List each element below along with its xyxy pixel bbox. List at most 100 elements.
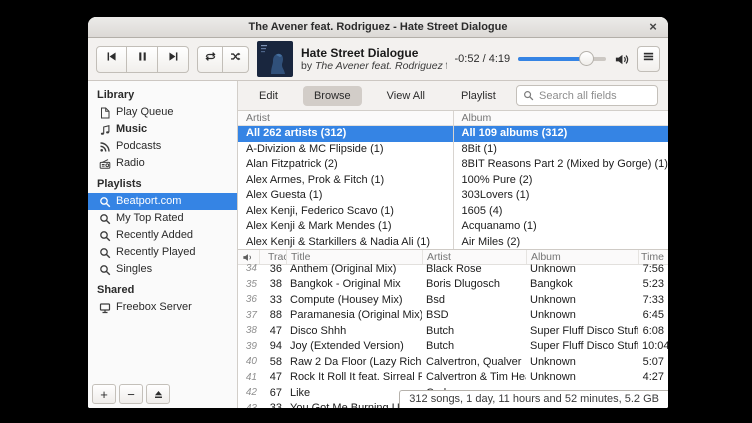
album-row[interactable]: 303Lovers (1) xyxy=(454,188,669,204)
track-table: Track Title Artist Album Time 34 36 Anth… xyxy=(238,250,668,408)
now-playing-title: Hate Street Dialogue xyxy=(301,46,447,60)
cell-artist: Butch xyxy=(422,340,526,352)
cell-track: 33 xyxy=(259,402,286,408)
album-pane: Album All 109 albums (312)8Bit (1)8BIT R… xyxy=(453,111,669,249)
artist-row[interactable]: Alex Kenji & Mark Mendes (1) xyxy=(238,219,453,235)
cell-time: 7:56 xyxy=(638,263,668,275)
cell-title: Disco Shhh xyxy=(286,325,422,337)
close-icon[interactable]: × xyxy=(645,18,661,34)
player-bar: Hate Street Dialogue by The Avener feat.… xyxy=(88,38,668,81)
shuffle-button[interactable] xyxy=(223,46,249,73)
rss-icon xyxy=(99,141,111,153)
sidebar-item-recently-played[interactable]: Recently Played xyxy=(88,244,237,261)
view-toolbar: Edit Browse View All Playlist xyxy=(238,81,668,111)
sidebar-item-play-queue[interactable]: Play Queue xyxy=(88,104,237,121)
search-icon xyxy=(99,196,111,208)
seek-knob[interactable] xyxy=(579,51,594,66)
artist-row[interactable]: Alex Guesta (1) xyxy=(238,188,453,204)
cell-album: Unknown xyxy=(526,309,638,321)
toolbar-button[interactable]: Playlist xyxy=(450,86,507,106)
cell-artist: Boris Dlugosch xyxy=(422,278,526,290)
track-row[interactable]: 35 38 Bangkok - Original Mix Boris Dlugo… xyxy=(238,277,668,293)
eject-button[interactable] xyxy=(146,384,170,404)
sidebar-item-beatport-com[interactable]: Beatport.com xyxy=(88,193,237,210)
toolbar-button[interactable]: View All xyxy=(376,86,436,106)
search-icon xyxy=(523,90,534,101)
time-label: -0:52 / 4:19 xyxy=(455,53,511,65)
sidebar-sections: Library Play QueueMusicPodcastsRadio Pla… xyxy=(88,83,237,316)
sidebar-item-recently-added[interactable]: Recently Added xyxy=(88,227,237,244)
row-index: 37 xyxy=(238,310,259,321)
track-row[interactable]: 37 88 Paramanesia (Original Mix) BSD Unk… xyxy=(238,308,668,324)
sidebar-item-label: Freebox Server xyxy=(116,301,192,314)
artist-row[interactable]: Alex Armes, Prok & Fitch (1) xyxy=(238,173,453,189)
album-row[interactable]: All 109 albums (312) xyxy=(454,126,669,142)
sidebar-item-freebox-server[interactable]: Freebox Server xyxy=(88,299,237,316)
artist-row[interactable]: Alex Kenji, Federico Scavo (1) xyxy=(238,204,453,220)
titlebar[interactable]: The Avener feat. Rodriguez - Hate Street… xyxy=(88,17,668,38)
track-row[interactable]: 40 58 Raw 2 Da Floor (Lazy Rich Re… Calv… xyxy=(238,354,668,370)
cell-album: Unknown xyxy=(526,294,638,306)
cell-track: 33 xyxy=(259,294,286,306)
album-row[interactable]: 1605 (4) xyxy=(454,204,669,220)
artist-row[interactable]: A-Divizion & MC Flipside (1) xyxy=(238,142,453,158)
remove-source-button[interactable]: − xyxy=(119,384,143,404)
shuffle-icon xyxy=(229,50,242,68)
row-index: 36 xyxy=(238,294,259,305)
sidebar-item-label: Podcasts xyxy=(116,140,161,153)
track-row[interactable]: 38 47 Disco Shhh Butch Super Fluff Disco… xyxy=(238,323,668,339)
cell-track: 47 xyxy=(259,371,286,383)
album-row[interactable]: Acquanamo (1) xyxy=(454,219,669,235)
repeat-button[interactable] xyxy=(197,46,223,73)
artist-row[interactable]: Alex Kenji & Starkillers & Nadia Ali (1) xyxy=(238,235,453,250)
sidebar-item-label: Recently Played xyxy=(116,246,196,259)
album-row[interactable]: Air Miles (2) xyxy=(454,235,669,250)
cell-time: 5:07 xyxy=(638,356,668,368)
toolbar-button[interactable]: Edit xyxy=(248,86,289,106)
search-input[interactable] xyxy=(539,90,651,102)
album-row[interactable]: 100% Pure (2) xyxy=(454,173,669,189)
radio-icon xyxy=(99,158,111,170)
sidebar-item-podcasts[interactable]: Podcasts xyxy=(88,138,237,155)
album-column-header[interactable]: Album xyxy=(454,111,669,126)
track-row[interactable]: 36 33 Compute (Housey Mix) Bsd Unknown 7… xyxy=(238,292,668,308)
album-row[interactable]: 8Bit (1) xyxy=(454,142,669,158)
seek-slider[interactable] xyxy=(518,52,606,66)
album-row[interactable]: 8BIT Reasons Part 2 (Mixed by Gorge) (1) xyxy=(454,157,669,173)
cell-track: 38 xyxy=(259,278,286,290)
cell-track: 58 xyxy=(259,356,286,368)
cell-artist: BSD xyxy=(422,309,526,321)
cell-album: Unknown xyxy=(526,371,638,383)
search-box[interactable] xyxy=(516,85,658,106)
cell-track: 67 xyxy=(259,387,286,399)
artist-pane: Artist All 262 artists (312)A-Divizion &… xyxy=(238,111,453,249)
track-row[interactable]: 41 47 Rock It Roll It feat. Sirreal Pip…… xyxy=(238,370,668,386)
previous-button[interactable] xyxy=(96,46,127,73)
next-button[interactable] xyxy=(158,46,189,73)
artist-row[interactable]: Alan Fitzpatrick (2) xyxy=(238,157,453,173)
sidebar-item-my-top-rated[interactable]: My Top Rated xyxy=(88,210,237,227)
volume-icon[interactable] xyxy=(614,52,629,67)
next-icon xyxy=(167,50,180,68)
cell-time: 4:27 xyxy=(638,371,668,383)
toolbar-button[interactable]: Browse xyxy=(303,86,362,106)
album-list: All 109 albums (312)8Bit (1)8BIT Reasons… xyxy=(454,126,669,249)
cell-track: 47 xyxy=(259,325,286,337)
sidebar-item-singles[interactable]: Singles xyxy=(88,261,237,278)
artist-column-header[interactable]: Artist xyxy=(238,111,453,126)
sidebar-item-radio[interactable]: Radio xyxy=(88,155,237,172)
previous-icon xyxy=(105,50,118,68)
sidebar-item-label: My Top Rated xyxy=(116,212,184,225)
artist-row[interactable]: All 262 artists (312) xyxy=(238,126,453,142)
track-row[interactable]: 39 94 Joy (Extended Version) Butch Super… xyxy=(238,339,668,355)
add-source-button[interactable]: + xyxy=(92,384,116,404)
track-rows: 34 36 Anthem (Original Mix) Black Rose U… xyxy=(238,261,668,408)
search-icon xyxy=(99,213,111,225)
sidebar-item-label: Recently Added xyxy=(116,229,193,242)
pause-button[interactable] xyxy=(127,46,158,73)
cell-artist: Calvertron & Tim Healey xyxy=(422,371,526,383)
menu-button[interactable] xyxy=(637,46,660,72)
sidebar-item-music[interactable]: Music xyxy=(88,121,237,138)
cell-artist: Black Rose xyxy=(422,263,526,275)
track-row[interactable]: 34 36 Anthem (Original Mix) Black Rose U… xyxy=(238,261,668,277)
